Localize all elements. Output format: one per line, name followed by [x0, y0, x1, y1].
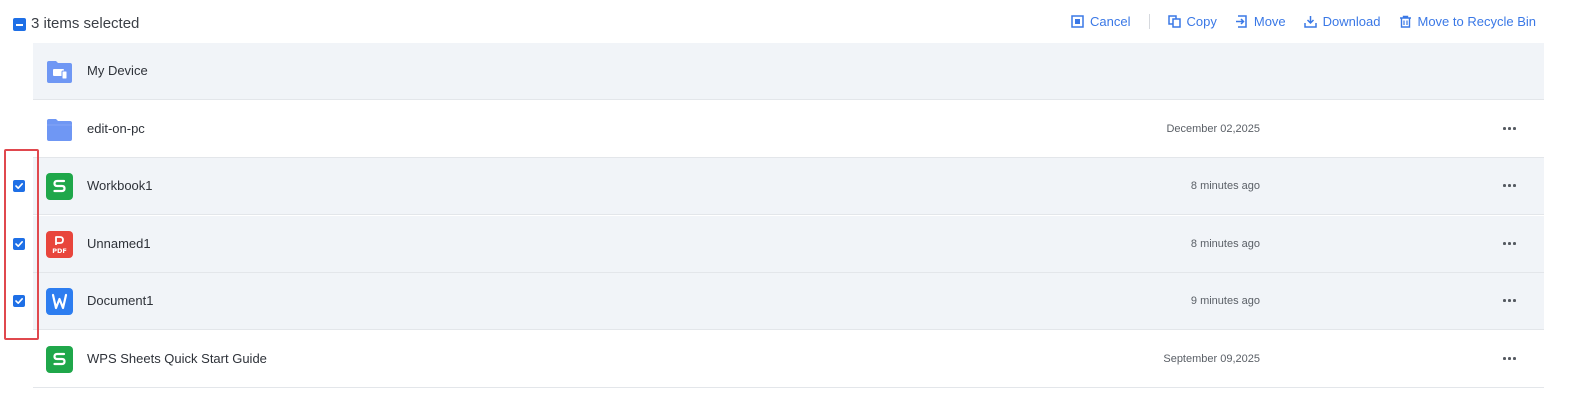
- file-name: edit-on-pc: [87, 121, 145, 136]
- copy-button[interactable]: Copy: [1167, 14, 1217, 29]
- download-button[interactable]: Download: [1303, 14, 1381, 29]
- folder-icon: [46, 116, 73, 143]
- row-checkbox-unnamed1[interactable]: [13, 238, 25, 250]
- checkmark-icon: [15, 241, 23, 247]
- sheets-icon: [46, 346, 73, 373]
- bulk-actions: Cancel Copy Move Download Move to Recycl…: [1071, 14, 1536, 29]
- download-label: Download: [1322, 14, 1381, 29]
- more-horizontal-icon[interactable]: [1503, 178, 1517, 192]
- file-name: WPS Sheets Quick Start Guide: [87, 351, 267, 366]
- file-date: 9 minutes ago: [1190, 295, 1260, 307]
- toolbar-divider: [1148, 14, 1150, 29]
- sheets-icon: [46, 173, 73, 200]
- more-horizontal-icon[interactable]: [1503, 293, 1517, 307]
- move-to-recycle-bin-button[interactable]: Move to Recycle Bin: [1399, 14, 1537, 29]
- file-name: Unnamed1: [87, 236, 151, 251]
- download-icon: [1303, 16, 1317, 28]
- file-row-wps-sheets-guide[interactable]: WPS Sheets Quick Start Guide September 0…: [33, 331, 1544, 388]
- file-name: Document1: [87, 293, 154, 308]
- more-horizontal-icon[interactable]: [1503, 351, 1517, 365]
- checkmark-icon: [15, 298, 23, 304]
- copy-icon: [1167, 15, 1181, 28]
- trash-icon: [1399, 15, 1411, 28]
- row-checkbox-workbook1[interactable]: [13, 180, 25, 192]
- pdf-icon: PDF: [46, 231, 73, 258]
- file-date: September 09,2025: [1163, 353, 1260, 365]
- file-row-document1[interactable]: Document1 9 minutes ago: [33, 273, 1544, 330]
- file-row-my-device[interactable]: My Device: [33, 43, 1544, 100]
- svg-text:PDF: PDF: [52, 247, 67, 255]
- file-row-edit-on-pc[interactable]: edit-on-pc December 02,2025: [33, 101, 1544, 158]
- move-label: Move: [1253, 14, 1286, 29]
- row-checkbox-document1[interactable]: [13, 295, 25, 307]
- file-name: Workbook1: [87, 178, 153, 193]
- move-button[interactable]: Move: [1235, 14, 1286, 29]
- writer-icon: [46, 288, 73, 315]
- device-folder-icon: [46, 58, 73, 85]
- file-name: My Device: [87, 63, 148, 78]
- cancel-button[interactable]: Cancel: [1071, 14, 1131, 29]
- select-all-checkbox[interactable]: [13, 18, 26, 31]
- move-icon: [1235, 15, 1247, 28]
- file-date: 8 minutes ago: [1190, 238, 1260, 250]
- cancel-label: Cancel: [1090, 14, 1131, 29]
- selection-toolbar: 3 items selected Cancel Copy Move Downlo…: [0, 0, 1591, 44]
- cancel-box-icon: [1071, 15, 1084, 28]
- selection-count: 3 items selected: [31, 15, 140, 32]
- file-row-unnamed1[interactable]: PDF Unnamed1 8 minutes ago: [33, 216, 1544, 273]
- more-horizontal-icon[interactable]: [1503, 236, 1517, 250]
- copy-label: Copy: [1186, 14, 1217, 29]
- recycle-label: Move to Recycle Bin: [1417, 14, 1537, 29]
- file-date: 8 minutes ago: [1190, 180, 1260, 192]
- file-date: December 02,2025: [1166, 123, 1260, 135]
- more-horizontal-icon[interactable]: [1503, 121, 1517, 135]
- checkmark-icon: [15, 183, 23, 189]
- file-row-workbook1[interactable]: Workbook1 8 minutes ago: [33, 158, 1544, 215]
